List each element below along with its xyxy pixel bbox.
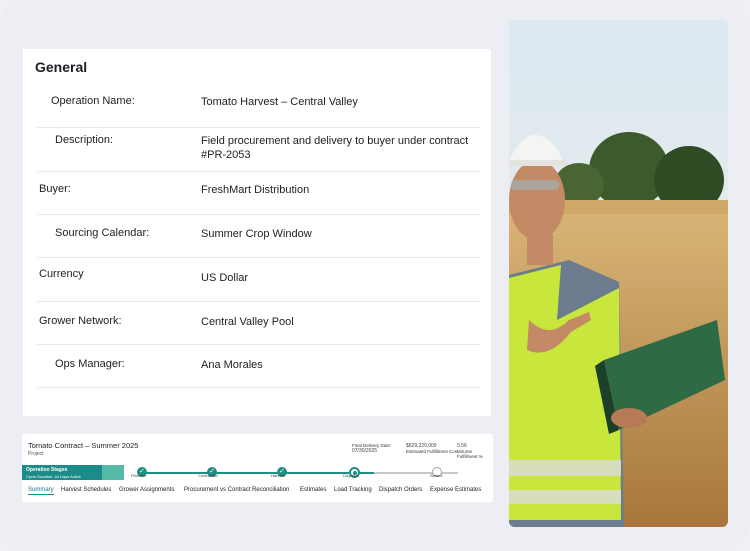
buyer-value: FreshMart Distribution [201, 184, 310, 196]
stage-label-settled: Settled [430, 473, 443, 478]
description-value: Field procurement and delivery to buyer … [201, 135, 469, 161]
ops-manager-label: Ops Manager: [55, 358, 125, 370]
buyer-label: Buyer: [39, 183, 71, 195]
currency-value: US Dollar [201, 272, 249, 284]
stage-label-planned: Planned [131, 473, 146, 478]
worker-photo [509, 20, 728, 527]
sourcing-calendar-label: Sourcing Calendar: [55, 227, 150, 239]
grower-network-label: Grower Network: [39, 315, 122, 327]
stages-subtitle: Cycle Duration: 44 Days Active [26, 474, 81, 479]
fulfillment-cost-label: Estimated Fulfillment Cost [406, 449, 459, 454]
contract-subtitle: Project [28, 451, 44, 457]
row-ops-manager: Ops Manager: Ana Morales [37, 344, 481, 388]
general-title: General [35, 59, 88, 75]
track-remaining [374, 472, 458, 474]
general-card: General Operation Name: Tomato Harvest –… [23, 49, 491, 416]
final-delivery-value: 07/30/2025 [352, 448, 378, 454]
stage-label-contracted: Contracted [198, 473, 218, 478]
volume-fulfillment: 0.56 Volume Fulfillment % [457, 443, 493, 459]
track-progress [142, 472, 374, 474]
tab-procurement-reconciliation[interactable]: Procurement vs Contract Reconciliation [184, 487, 289, 493]
tab-harvest-schedules[interactable]: Harvest Schedules [61, 487, 111, 493]
tab-dispatch-orders[interactable]: Dispatch Orders [379, 487, 422, 493]
stage-label-dispatch: Dispatch [343, 473, 359, 478]
row-grower-network: Grower Network: Central Valley Pool [37, 301, 481, 345]
volume-fulfillment-label: Volume Fulfillment % [457, 449, 483, 459]
tab-summary[interactable]: Summary [28, 487, 54, 495]
tab-expense-estimates[interactable]: Expense Estimates [430, 487, 481, 493]
row-buyer: Buyer: FreshMart Distribution [37, 171, 481, 215]
app-frame: General Operation Name: Tomato Harvest –… [0, 0, 750, 551]
contract-title: Tomato Contract – Summer 2025 [28, 441, 139, 450]
row-currency: Currency US Dollar [37, 257, 481, 302]
stages-title: Operation Stages [26, 467, 68, 473]
row-operation-name: Operation Name: Tomato Harvest – Central… [37, 87, 481, 128]
row-description: Description: Field procurement and deliv… [37, 127, 481, 172]
description-label: Description: [55, 134, 114, 146]
contract-panel: Tomato Contract – Summer 2025 Project Fi… [22, 434, 493, 502]
row-sourcing-calendar: Sourcing Calendar: Summer Crop Window [37, 214, 481, 258]
operation-stages-box: Operation Stages Cycle Duration: 44 Days… [22, 465, 102, 480]
tab-grower-assignments[interactable]: Grower Assignments [119, 487, 174, 493]
stage-label-harvest: Harvest [271, 473, 285, 478]
operation-name-label: Operation Name: [51, 95, 135, 107]
ops-manager-value: Ana Morales [201, 359, 263, 371]
tab-load-tracking[interactable]: Load Tracking [334, 487, 372, 493]
sourcing-calendar-value: Summer Crop Window [201, 228, 312, 240]
currency-label: Currency [39, 268, 84, 280]
operation-name-value: Tomato Harvest – Central Valley [201, 96, 358, 108]
fulfillment-cost: $629,220,000 Estimated Fulfillment Cost [406, 443, 458, 454]
final-delivery: Final Delivery Date: 07/30/2025 [352, 443, 391, 454]
grower-network-value: Central Valley Pool [201, 316, 294, 328]
tab-estimates[interactable]: Estimates [300, 487, 326, 493]
stages-arrow [102, 465, 124, 480]
